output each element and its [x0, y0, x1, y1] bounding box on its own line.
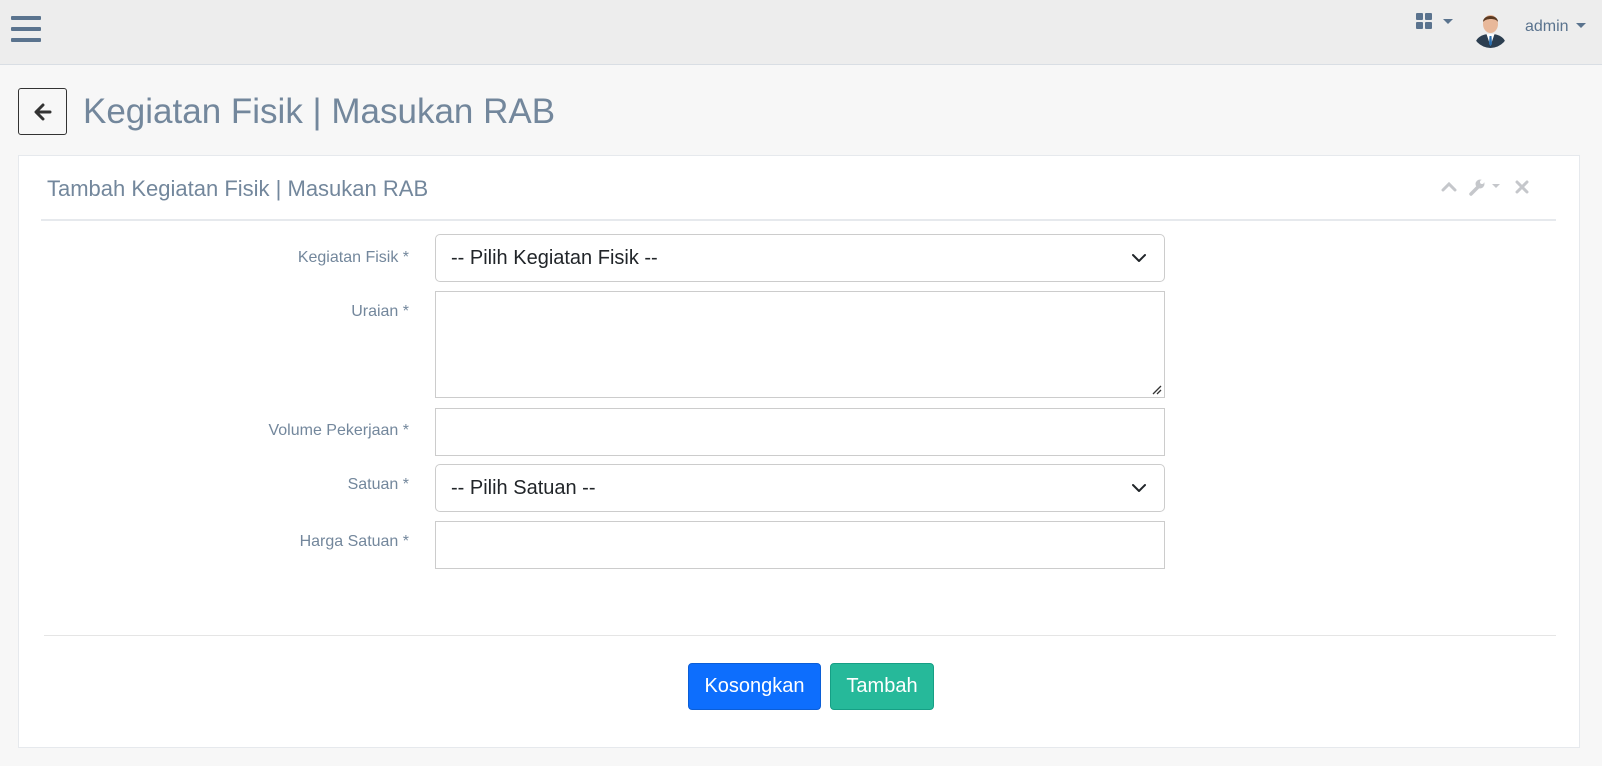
uraian-textarea[interactable]: [435, 291, 1165, 398]
grid-icon: [1416, 13, 1433, 29]
caret-down-icon: [1443, 19, 1453, 24]
back-button[interactable]: [18, 88, 67, 135]
wrench-icon[interactable]: [1468, 178, 1502, 196]
top-navbar: admin: [0, 0, 1602, 65]
apps-menu-button[interactable]: [1416, 13, 1456, 33]
arrow-left-icon: [34, 103, 51, 120]
chevron-up-icon[interactable]: [1441, 180, 1457, 192]
panel-divider: [41, 219, 1556, 221]
volume-pekerjaan-label: Volume Pekerjaan *: [268, 422, 409, 439]
user-name: admin: [1525, 18, 1569, 35]
satuan-select[interactable]: -- Pilih Satuan --: [435, 464, 1165, 512]
kegiatan-fisik-select[interactable]: -- Pilih Kegiatan Fisik --: [435, 234, 1165, 282]
submit-button[interactable]: Tambah: [830, 663, 934, 710]
harga-satuan-input[interactable]: [435, 521, 1165, 569]
form-footer-divider: [44, 635, 1556, 636]
user-menu[interactable]: admin: [1525, 18, 1586, 40]
chevron-down-icon: [1132, 484, 1146, 492]
volume-pekerjaan-input[interactable]: [435, 408, 1165, 456]
panel-toolbox: [1441, 178, 1541, 198]
close-icon[interactable]: [1515, 180, 1529, 194]
satuan-label: Satuan *: [347, 476, 409, 493]
kegiatan-fisik-label: Kegiatan Fisik *: [297, 249, 409, 266]
reset-button[interactable]: Kosongkan: [688, 663, 821, 710]
hamburger-icon[interactable]: [11, 15, 41, 43]
kegiatan-fisik-selected: -- Pilih Kegiatan Fisik --: [451, 247, 658, 269]
avatar[interactable]: [1472, 10, 1509, 48]
satuan-selected: -- Pilih Satuan --: [451, 477, 596, 499]
caret-down-icon: [1575, 23, 1586, 28]
page-title: Kegiatan Fisik | Masukan RAB: [83, 92, 556, 131]
chevron-down-icon: [1132, 254, 1146, 262]
resize-grip-icon[interactable]: [1150, 383, 1162, 395]
form-panel: Tambah Kegiatan Fisik | Masukan RAB Kegi…: [18, 155, 1580, 748]
panel-title: Tambah Kegiatan Fisik | Masukan RAB: [47, 176, 429, 201]
uraian-label: Uraian *: [351, 303, 409, 320]
harga-satuan-label: Harga Satuan *: [299, 533, 409, 550]
